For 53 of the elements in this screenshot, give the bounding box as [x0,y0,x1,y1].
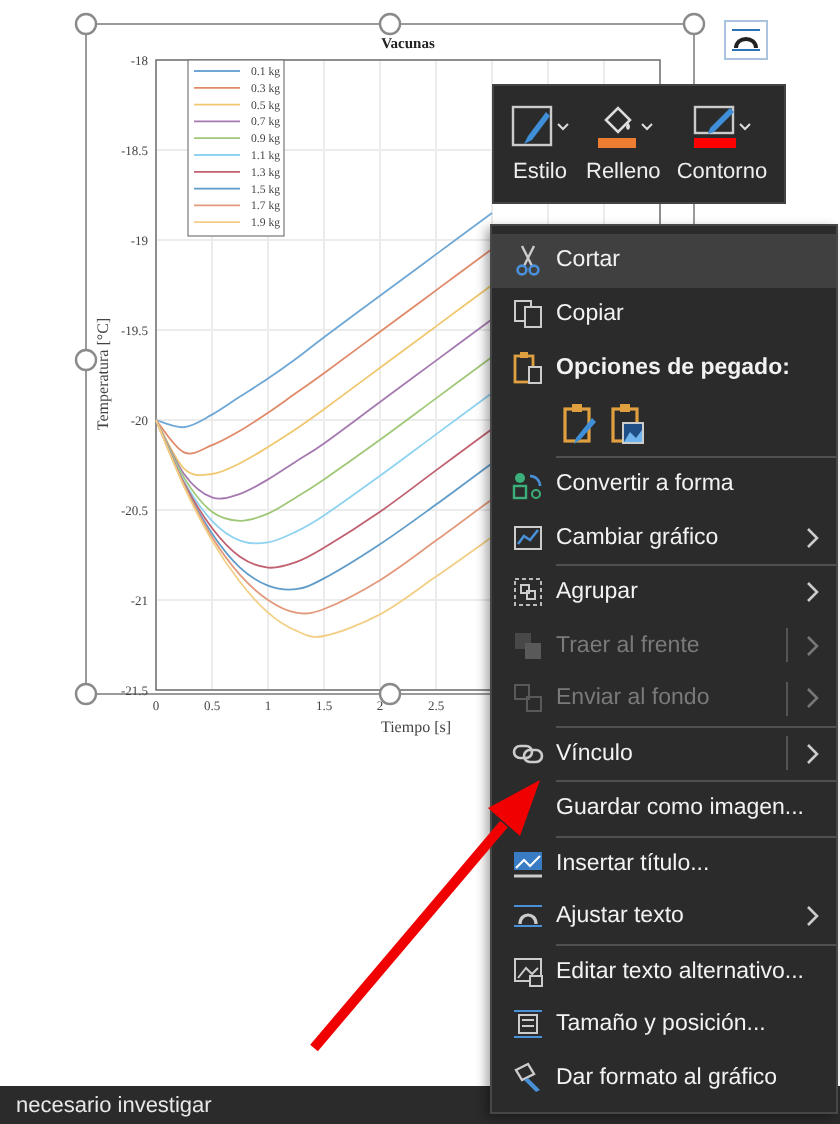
resize-handle[interactable] [74,682,98,706]
menu-item[interactable]: Dar formato al gráfico [492,1051,836,1104]
menu-item[interactable]: Tamaño y posición... [492,998,836,1051]
chevron-right-icon [804,633,820,658]
menu-item[interactable]: Vínculo [492,725,836,780]
toolbar-button[interactable]: Relleno [582,100,665,188]
paste-option-button[interactable] [560,400,600,448]
resize-handle[interactable] [682,12,706,36]
size-position-icon [512,1008,544,1041]
menu-item[interactable]: Ajustar texto [492,890,836,943]
scissors-icon [512,244,544,277]
chevron-right-icon [804,686,820,711]
chevron-right-icon [804,580,820,605]
paste-formatting-icon [562,402,598,446]
y-axis-label: Temperatura [°C] [94,317,112,431]
resize-handle[interactable] [74,348,98,372]
layout-options-button[interactable] [724,20,768,60]
menu-item[interactable]: Cambiar gráfico [492,511,836,564]
chevron-right-icon [804,741,820,766]
toolbar-button[interactable]: Estilo [506,100,574,188]
group-icon [512,576,544,609]
menu-item[interactable]: Insertar título... [492,835,836,890]
toolbar-button[interactable]: Contorno [672,100,772,188]
menu-item[interactable]: Convertir a forma [492,456,836,511]
paint-bucket-icon [593,104,654,152]
menu-item[interactable]: Editar texto alternativo... [492,943,836,998]
format-brush-icon [512,1061,544,1094]
shape-style-icon [510,104,570,152]
wrap-text-icon [512,900,544,933]
status-text: necesario investigar [16,1093,212,1117]
copy-icon [512,297,544,330]
wrap-text-icon [730,26,762,54]
resize-handle[interactable] [74,12,98,36]
resize-handle[interactable] [378,682,402,706]
convert-shape-icon [512,468,544,501]
paste-option-button[interactable] [608,400,648,448]
menu-item[interactable]: Cortar [492,234,836,287]
change-chart-icon [512,521,544,554]
chevron-right-icon [804,525,820,550]
clipboard-icon [512,350,544,386]
paste-picture-icon [610,402,646,446]
menu-item[interactable]: Copiar [492,287,836,340]
alt-text-icon [512,955,544,988]
menu-item[interactable]: Guardar como imagen... [492,780,836,835]
x-axis-label: Tiempo [s] [380,718,452,736]
send-backward-icon [512,682,544,715]
menu-item[interactable]: Agrupar [492,564,836,619]
insert-caption-icon [512,847,544,880]
bring-forward-icon [512,629,544,662]
paste-options-header: Opciones de pegado: [556,356,790,380]
pen-outline-icon [691,104,752,152]
chevron-right-icon [804,904,820,929]
resize-handle[interactable] [378,12,402,36]
